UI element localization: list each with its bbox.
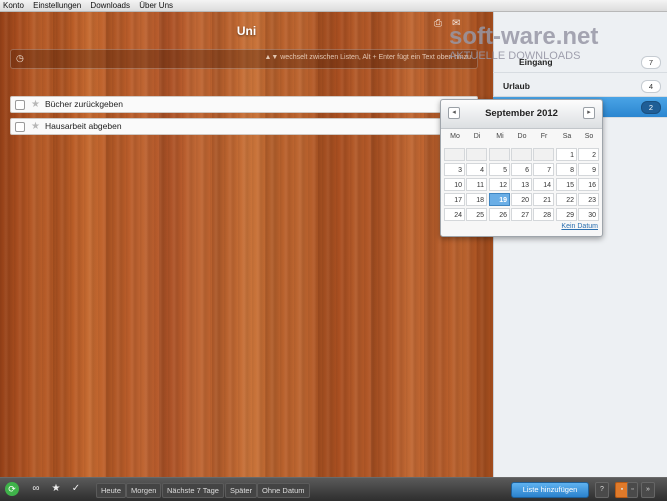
calendar-day[interactable]: 24	[444, 208, 465, 221]
expand-icon[interactable]: »	[641, 482, 655, 498]
task-text: Hausarbeit abgeben	[45, 121, 122, 131]
calendar-day[interactable]: 15	[556, 178, 577, 191]
task-row[interactable]: ★ Hausarbeit abgeben	[10, 118, 478, 135]
task-checkbox[interactable]	[15, 100, 25, 110]
check-filter-icon[interactable]: ✓	[69, 482, 83, 496]
calendar-day[interactable]: 27	[511, 208, 532, 221]
calendar-day[interactable]: 25	[466, 208, 487, 221]
no-date-link[interactable]: Kein Datum	[561, 223, 598, 230]
filter-tomorrow[interactable]: Morgen	[126, 483, 162, 498]
sidebar-item-count: 4	[641, 80, 661, 93]
calendar-day[interactable]: 6	[511, 163, 532, 176]
calendar-day[interactable]: 23	[578, 193, 599, 206]
calendar-day[interactable]: 17	[444, 193, 465, 206]
sidebar-item-urlaub[interactable]: Urlaub 4	[493, 76, 667, 97]
filter-next-7-days[interactable]: Nächste 7 Tage	[162, 483, 224, 498]
calendar-day[interactable]: 29	[556, 208, 577, 221]
task-checkbox[interactable]	[15, 122, 25, 132]
theme-toggle-icon[interactable]: ▫	[627, 482, 638, 498]
task-text: Bücher zurückgeben	[45, 99, 123, 109]
star-filter-icon[interactable]: ★	[49, 482, 63, 496]
calendar-day[interactable]: 21	[533, 193, 554, 206]
watermark-logo: soft-ware.net AKTUELLE DOWNLOADS	[449, 24, 667, 68]
weekday-header: Mo	[450, 133, 460, 140]
weekday-header: Do	[517, 133, 527, 140]
calendar-day[interactable]: 3	[444, 163, 465, 176]
calendar-day[interactable]: 28	[533, 208, 554, 221]
bottom-toolbar: ⟳ ∞ ★ ✓ Heute Morgen Nächste 7 Tage Spät…	[0, 477, 667, 501]
calendar-day[interactable]: 1	[556, 148, 577, 161]
filter-no-date[interactable]: Ohne Datum	[257, 483, 310, 498]
weekday-header: Fr	[540, 133, 548, 140]
calendar-day-empty	[533, 148, 554, 161]
menu-downloads[interactable]: Downloads	[87, 1, 134, 10]
help-button[interactable]: ?	[595, 482, 609, 498]
sidebar-item-label: Urlaub	[503, 81, 530, 91]
calendar-day[interactable]: 22	[556, 193, 577, 206]
calendar-day[interactable]: 9	[578, 163, 599, 176]
calendar-day[interactable]: 19	[489, 193, 510, 206]
calendar-day[interactable]: 13	[511, 178, 532, 191]
calendar-day[interactable]: 20	[511, 193, 532, 206]
calendar-day-empty	[511, 148, 532, 161]
star-icon[interactable]: ★	[31, 119, 40, 134]
weekday-header: Mi	[496, 133, 504, 140]
calendar-day[interactable]: 18	[466, 193, 487, 206]
menu-ueber-uns[interactable]: Über Uns	[136, 1, 177, 10]
link-icon[interactable]: ∞	[29, 482, 43, 496]
weekday-header: So	[584, 133, 594, 140]
calendar-day[interactable]: 7	[533, 163, 554, 176]
next-month-button[interactable]: ▸	[583, 107, 595, 119]
menu-einstellungen[interactable]: Einstellungen	[30, 1, 85, 10]
date-picker: ◂ September 2012 ▸ Kein Datum Mo Di Mi Do Fr…	[440, 99, 603, 237]
add-list-button[interactable]: Liste hinzufügen	[511, 482, 589, 498]
add-task-input[interactable]: ◷ ▲▼ wechselt zwischen Listen, Alt + Ent…	[10, 49, 478, 69]
task-row[interactable]: ★ Bücher zurückgeben	[10, 96, 478, 113]
menubar: Konto Einstellungen Downloads Über Uns	[0, 0, 667, 12]
calendar-day[interactable]: 5	[489, 163, 510, 176]
calendar-header: ◂ September 2012 ▸	[441, 100, 602, 129]
star-icon[interactable]: ★	[31, 97, 40, 112]
calendar-day[interactable]: 11	[466, 178, 487, 191]
filter-today[interactable]: Heute	[96, 483, 127, 498]
watermark-tagline: AKTUELLE DOWNLOADS	[449, 50, 581, 62]
calendar-day[interactable]: 26	[489, 208, 510, 221]
sync-icon[interactable]: ⟳	[5, 482, 19, 496]
filter-later[interactable]: Später	[225, 483, 258, 498]
weekday-header: Sa	[562, 133, 572, 140]
calendar-day-empty	[466, 148, 487, 161]
calendar-day[interactable]: 2	[578, 148, 599, 161]
calendar-day[interactable]: 10	[444, 178, 465, 191]
calendar-day[interactable]: 14	[533, 178, 554, 191]
weekday-header: Di	[473, 133, 481, 140]
calendar-day[interactable]: 4	[466, 163, 487, 176]
menu-konto[interactable]: Konto	[0, 1, 28, 10]
calendar-day-empty	[444, 148, 465, 161]
task-list-panel: ⎙ ✉	[0, 12, 493, 477]
calendar-day[interactable]: 12	[489, 178, 510, 191]
calendar-day[interactable]: 16	[578, 178, 599, 191]
calendar-day[interactable]: 8	[556, 163, 577, 176]
list-title: Uni	[236, 24, 257, 38]
calendar-day[interactable]: 30	[578, 208, 599, 221]
sidebar-item-count: 2	[641, 101, 661, 114]
calendar-day-empty	[489, 148, 510, 161]
watermark-text: soft-ware.net	[449, 23, 599, 50]
calendar-month-title: September 2012	[485, 108, 558, 119]
add-task-hint: ▲▼ wechselt zwischen Listen, Alt + Enter…	[264, 54, 471, 61]
clock-icon[interactable]: ◷	[16, 53, 24, 64]
